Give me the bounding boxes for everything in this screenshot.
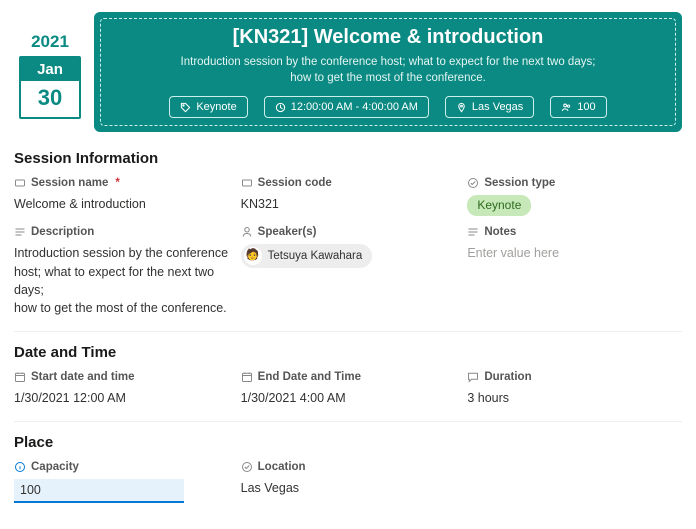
value-duration: 3 hours bbox=[467, 389, 682, 407]
value-description: Introduction session by the conference h… bbox=[14, 244, 229, 317]
text-icon bbox=[14, 177, 26, 189]
chip-time-label: 12:00:00 AM - 4:00:00 AM bbox=[291, 101, 418, 113]
date-day: 30 bbox=[21, 81, 79, 117]
value-session-code: KN321 bbox=[241, 195, 456, 213]
people-icon bbox=[561, 102, 572, 113]
clock-icon bbox=[275, 102, 286, 113]
required-indicator: * bbox=[115, 177, 119, 189]
section-title-info: Session Information bbox=[14, 150, 682, 167]
field-session-name[interactable]: Session name * Welcome & introduction bbox=[14, 177, 229, 216]
speaker-name: Tetsuya Kawahara bbox=[268, 248, 363, 265]
tag-icon bbox=[180, 102, 191, 113]
field-session-type[interactable]: Session type Keynote bbox=[467, 177, 682, 216]
text-icon bbox=[241, 177, 253, 189]
divider bbox=[14, 421, 682, 422]
date-card: 2021 Jan 30 bbox=[14, 12, 86, 132]
chip-capacity: 100 bbox=[550, 96, 606, 118]
banner-chips: Keynote 12:00:00 AM - 4:00:00 AM Las Veg… bbox=[112, 96, 664, 118]
label-location: Location bbox=[258, 461, 306, 473]
person-icon bbox=[241, 226, 253, 238]
speaker-chip[interactable]: 🧑 Tetsuya Kawahara bbox=[241, 244, 373, 268]
lines-icon bbox=[14, 226, 26, 238]
section-title-place: Place bbox=[14, 434, 682, 451]
label-end: End Date and Time bbox=[258, 371, 361, 383]
field-capacity[interactable]: Capacity 100 bbox=[14, 461, 229, 503]
avatar: 🧑 bbox=[244, 247, 262, 265]
label-start: Start date and time bbox=[31, 371, 135, 383]
field-duration[interactable]: Duration 3 hours bbox=[467, 371, 682, 407]
field-speakers[interactable]: Speaker(s) 🧑 Tetsuya Kawahara bbox=[241, 226, 456, 317]
header: 2021 Jan 30 [KN321] Welcome & introducti… bbox=[14, 12, 682, 132]
field-description[interactable]: Description Introduction session by the … bbox=[14, 226, 229, 317]
divider bbox=[14, 331, 682, 332]
section-session-info: Session Information Session name * Welcom… bbox=[14, 150, 682, 317]
calendar-icon bbox=[241, 371, 253, 383]
calendar-icon bbox=[14, 371, 26, 383]
chip-time: 12:00:00 AM - 4:00:00 AM bbox=[264, 96, 429, 118]
location-icon bbox=[456, 102, 467, 113]
label-session-name: Session name bbox=[31, 177, 108, 189]
chip-keynote-label: Keynote bbox=[196, 101, 236, 113]
chip-place: Las Vegas bbox=[445, 96, 534, 118]
section-title-datetime: Date and Time bbox=[14, 344, 682, 361]
value-session-name: Welcome & introduction bbox=[14, 195, 229, 213]
field-start-datetime[interactable]: Start date and time 1/30/2021 12:00 AM bbox=[14, 371, 229, 407]
section-date-time: Date and Time Start date and time 1/30/2… bbox=[14, 344, 682, 407]
field-session-code[interactable]: Session code KN321 bbox=[241, 177, 456, 216]
date-month: Jan bbox=[21, 58, 79, 81]
banner-title: [KN321] Welcome & introduction bbox=[112, 26, 664, 49]
label-speakers: Speaker(s) bbox=[258, 226, 317, 238]
chip-place-label: Las Vegas bbox=[472, 101, 523, 113]
label-session-type: Session type bbox=[484, 177, 555, 189]
chat-icon bbox=[467, 371, 479, 383]
label-description: Description bbox=[31, 226, 94, 238]
value-start: 1/30/2021 12:00 AM bbox=[14, 389, 229, 407]
label-capacity: Capacity bbox=[31, 461, 79, 473]
badge-session-type: Keynote bbox=[467, 195, 531, 216]
label-session-code: Session code bbox=[258, 177, 332, 189]
field-notes[interactable]: Notes Enter value here bbox=[467, 226, 682, 317]
lines-icon bbox=[467, 226, 479, 238]
banner-subtitle: Introduction session by the conference h… bbox=[112, 55, 664, 86]
session-banner: [KN321] Welcome & introduction Introduct… bbox=[94, 12, 682, 132]
chip-capacity-label: 100 bbox=[577, 101, 595, 113]
circle-icon bbox=[241, 461, 253, 473]
capacity-input[interactable]: 100 bbox=[14, 479, 184, 503]
date-box: Jan 30 bbox=[19, 56, 81, 119]
value-location: Las Vegas bbox=[241, 479, 456, 497]
chip-keynote: Keynote bbox=[169, 96, 247, 118]
field-end-datetime[interactable]: End Date and Time 1/30/2021 4:00 AM bbox=[241, 371, 456, 407]
section-place: Place Capacity 100 Location Las Vegas bbox=[14, 434, 682, 503]
label-notes: Notes bbox=[484, 226, 516, 238]
value-end: 1/30/2021 4:00 AM bbox=[241, 389, 456, 407]
circle-icon bbox=[467, 177, 479, 189]
label-duration: Duration bbox=[484, 371, 531, 383]
value-notes: Enter value here bbox=[467, 244, 682, 262]
field-location[interactable]: Location Las Vegas bbox=[241, 461, 456, 503]
date-year: 2021 bbox=[14, 32, 86, 52]
info-icon bbox=[14, 461, 26, 473]
